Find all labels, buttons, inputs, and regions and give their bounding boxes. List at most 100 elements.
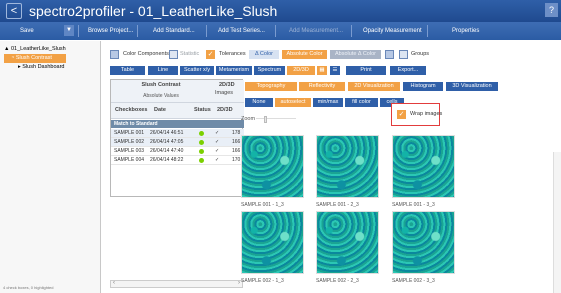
menu-separator (78, 25, 79, 37)
image-vertical-scrollbar[interactable] (553, 152, 561, 293)
table-group-title: Slush Contrast (141, 82, 181, 88)
table-group-subtitle: Absolute Values (143, 93, 179, 99)
date-column-header[interactable]: Date (154, 107, 166, 113)
sample-image-tile[interactable] (316, 135, 379, 198)
detail-view-icon[interactable]: ☰ (330, 66, 340, 75)
tree-item-slush-contrast[interactable]: ◔ Slush Contrast (4, 54, 66, 63)
statistic-checkbox[interactable] (169, 50, 178, 59)
sample-image-tile[interactable] (316, 211, 379, 274)
2d3d-column-header[interactable]: 2D/3D (217, 107, 233, 113)
save-dropdown-icon[interactable]: ▼ (64, 25, 74, 36)
groups-label: Groups (411, 51, 430, 57)
groups-checkbox[interactable] (399, 50, 408, 59)
match-to-standard-row[interactable]: Match to Standard (111, 120, 244, 128)
wrap-images-checkbox[interactable]: ✓ (397, 110, 406, 119)
zoom-slider-thumb[interactable] (264, 116, 267, 123)
table-horizontal-scrollbar[interactable]: ‹ › (110, 280, 243, 288)
chart-type-toolbar: Table Line Scatter x/y Metamerism Spectr… (102, 64, 561, 79)
autoselect-mode-button[interactable]: autoselect (275, 98, 311, 107)
expand-icon[interactable]: ▲ (4, 46, 11, 52)
2d-3d-view-button[interactable]: 2D/3D (287, 66, 315, 75)
grid-view-icon[interactable]: ▦ (317, 66, 327, 75)
table-row[interactable]: SAMPLE 002 26/04/14 47:05 ✓ 166 (111, 138, 244, 147)
project-tree-panel: ▲ 01_LeatherLike_Slush ◔ Slush Contrast … (0, 41, 101, 293)
images-column-head: 2D/3D (219, 82, 235, 88)
tolerances-label: Tolerances (219, 51, 246, 57)
reflectivity-tab[interactable]: Reflectivity (299, 82, 345, 91)
layout-toggle-icon[interactable] (385, 50, 394, 59)
scatter-view-button[interactable]: Scatter x/y (180, 66, 214, 75)
properties-menu-item[interactable]: Properties (452, 26, 479, 36)
sample-image-tile[interactable] (392, 211, 455, 274)
sample-image-label: SAMPLE 001 - 3_3 (392, 202, 435, 208)
help-button[interactable]: ? (545, 3, 558, 17)
wrap-images-highlight: ✓ Wrap images (391, 103, 443, 126)
table-view-button[interactable]: Table (110, 66, 145, 75)
table-column-headers: Checkboxes Date Status 2D/3D (111, 103, 244, 119)
window-title: spectro2profiler - 01_LeatherLike_Slush (29, 3, 278, 19)
add-measurement-menu-item: Add Measurement... (289, 28, 344, 34)
menu-separator (351, 25, 352, 37)
title-bar: < spectro2profiler - 01_LeatherLike_Slus… (0, 0, 561, 22)
sample-image-label: SAMPLE 002 - 1_3 (241, 278, 284, 284)
menu-separator (275, 25, 276, 37)
tree-item-project[interactable]: ▲ 01_LeatherLike_Slush (4, 45, 66, 54)
sample-image-label: SAMPLE 002 - 3_3 (392, 278, 435, 284)
histogram-tab[interactable]: Histogram (403, 82, 443, 91)
status-column-header[interactable]: Status (194, 107, 211, 113)
status-ok-icon (199, 158, 204, 163)
menu-separator (427, 25, 428, 37)
delta-color-button[interactable]: Δ Color (249, 50, 279, 59)
print-button[interactable]: Print (346, 66, 386, 75)
absolute-color-button[interactable]: Absolute Color (282, 50, 327, 59)
status-ok-icon (199, 140, 204, 145)
spectrum-view-button[interactable]: Spectrum (254, 66, 285, 75)
add-standard-menu-item[interactable]: Add Standard... (153, 26, 195, 36)
fill-color-mode-button[interactable]: fill color (345, 98, 378, 107)
topography-tab[interactable]: Topography (245, 82, 297, 91)
main-menu-bar: Save ▼ Browse Project... Add Standard...… (0, 22, 561, 40)
zoom-slider[interactable] (256, 116, 296, 124)
sample-image-tile[interactable] (241, 135, 304, 198)
status-bar-text: 4 check boxes, 0 highlighted (3, 285, 54, 290)
wrap-images-label: Wrap images (410, 111, 443, 117)
tolerances-checkbox[interactable]: ✓ (206, 50, 215, 59)
statistic-label: Statistic (180, 51, 200, 57)
add-test-series-menu-item[interactable]: Add Test Series... (218, 26, 265, 36)
table-row[interactable]: SAMPLE 004 26/04/14 48:22 ✓ 170 (111, 156, 244, 165)
none-mode-button[interactable]: None (245, 98, 273, 107)
sample-image-tile[interactable] (241, 211, 304, 274)
table-row[interactable]: SAMPLE 001 26/04/14 46:51 ✓ 178 (111, 129, 244, 138)
absolute-delta-color-button[interactable]: Absolute Δ Color (330, 50, 381, 59)
scroll-right-icon[interactable]: › (238, 280, 240, 286)
main-panel: Color Components Statistic ✓ Tolerances … (102, 41, 561, 293)
opacity-measurement-menu-item[interactable]: Opacity Measurement (363, 26, 422, 36)
save-menu-item[interactable]: Save (20, 26, 34, 36)
sample-image-label: SAMPLE 002 - 2_3 (316, 278, 359, 284)
sample-table[interactable]: Slush Contrast Absolute Values 2D/3D Ima… (110, 79, 244, 197)
metamerism-view-button[interactable]: Metamerism (216, 66, 252, 75)
scroll-left-icon[interactable]: ‹ (113, 280, 115, 286)
table-row[interactable]: SAMPLE 003 26/04/14 47:40 ✓ 166 (111, 147, 244, 156)
export-button[interactable]: Export... (390, 66, 426, 75)
browse-project-menu-item[interactable]: Browse Project... (88, 26, 133, 36)
table-group-header: Slush Contrast Absolute Values 2D/3D Ima… (111, 80, 244, 103)
tree-item-dashboard[interactable]: ▸ Slush Dashboard (4, 63, 66, 72)
status-ok-icon (199, 149, 204, 154)
sample-image-label: SAMPLE 001 - 2_3 (316, 202, 359, 208)
color-components-icon[interactable] (110, 50, 119, 59)
line-view-button[interactable]: Line (148, 66, 178, 75)
2d-visualization-tab[interactable]: 2D Visualization (348, 82, 400, 91)
minmax-mode-button[interactable]: min/max (313, 98, 343, 107)
display-options-toolbar: Color Components Statistic ✓ Tolerances … (102, 47, 561, 62)
images-column-label: Images (215, 90, 234, 96)
zoom-label: Zoom (241, 116, 256, 122)
back-button[interactable]: < (6, 3, 22, 19)
menu-separator (137, 25, 138, 37)
sample-image-tile[interactable] (392, 135, 455, 198)
color-components-label: Color Components (123, 51, 169, 57)
project-tree: ▲ 01_LeatherLike_Slush ◔ Slush Contrast … (4, 45, 66, 72)
status-ok-icon (199, 131, 204, 136)
checkboxes-column-header[interactable]: Checkboxes (115, 107, 147, 113)
3d-visualization-tab[interactable]: 3D Visualization (446, 82, 498, 91)
